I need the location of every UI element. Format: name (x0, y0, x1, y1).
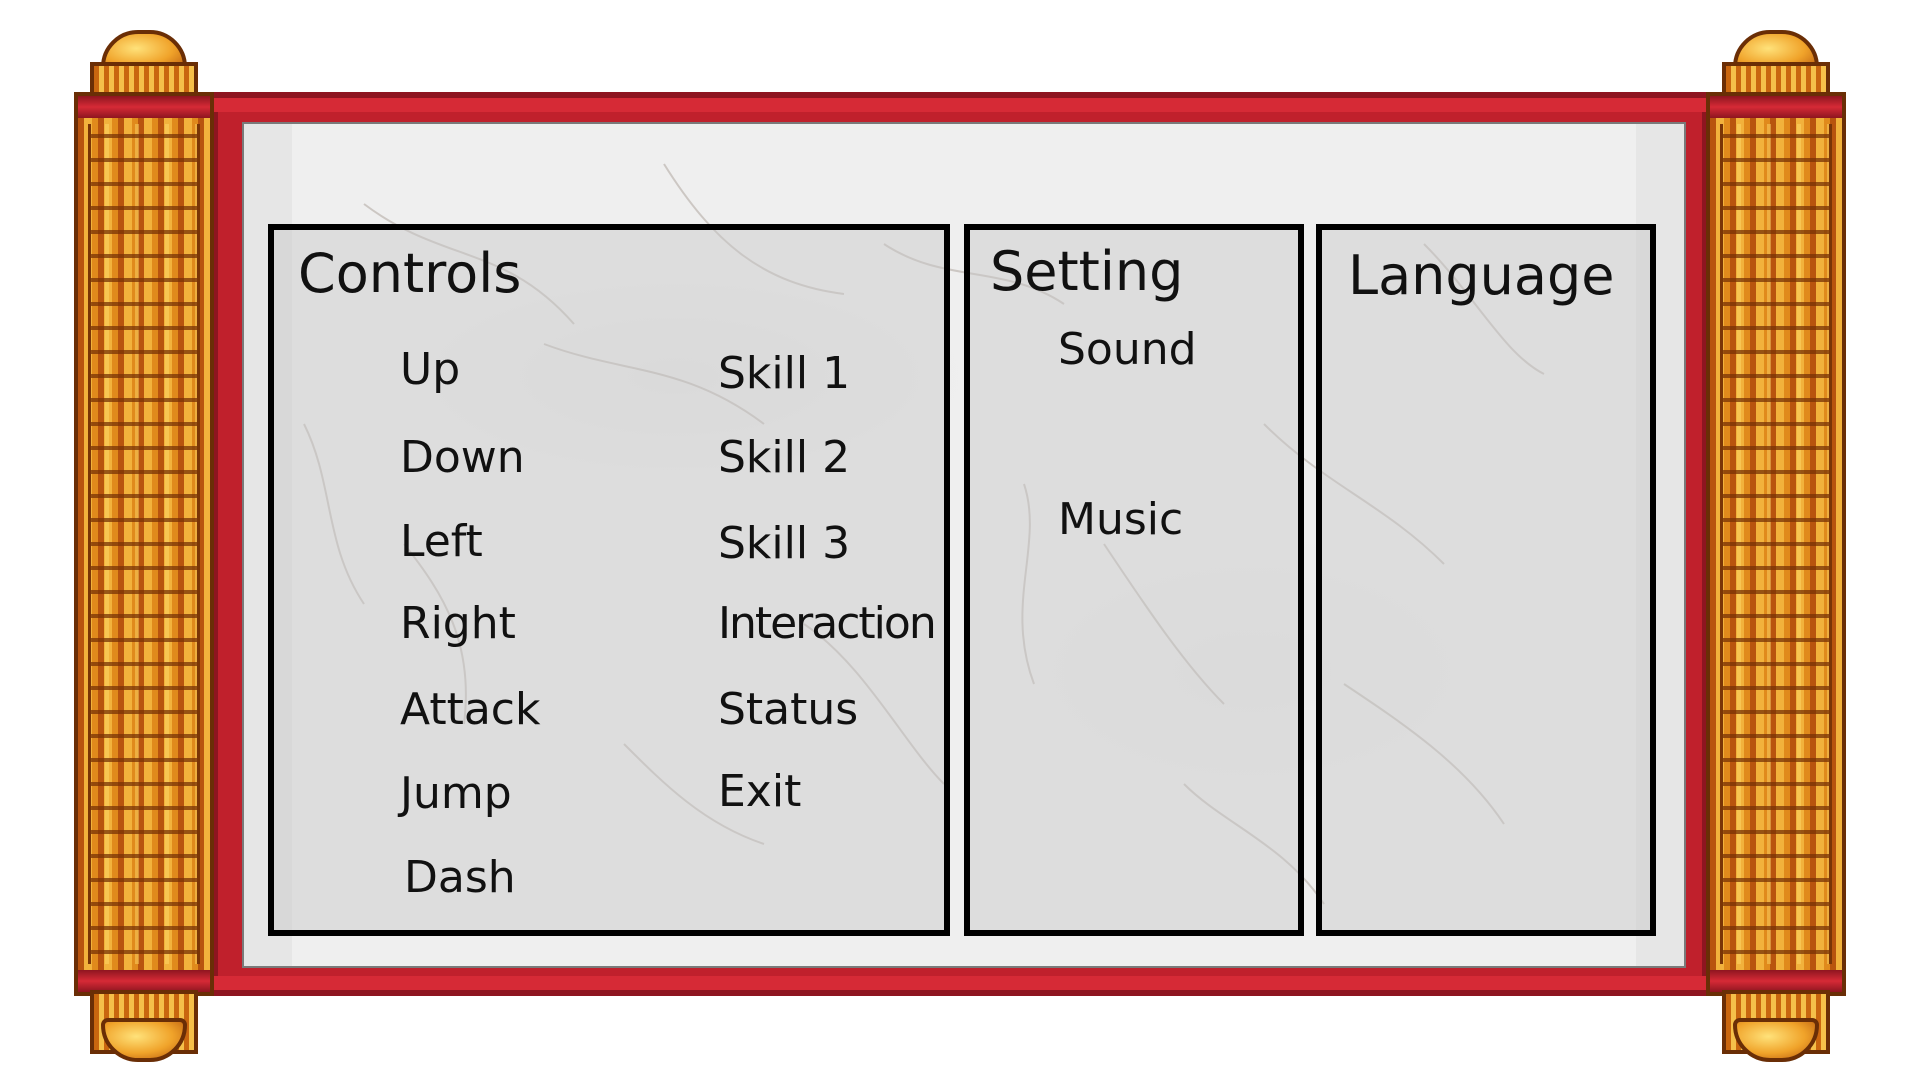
control-exit[interactable]: Exit (718, 766, 801, 817)
control-jump[interactable]: Jump (400, 768, 512, 819)
control-interaction[interactable]: Interaction (718, 598, 937, 649)
scroll-roller-right (1706, 92, 1846, 996)
control-down[interactable]: Down (400, 432, 525, 483)
control-status[interactable]: Status (718, 684, 858, 735)
control-attack[interactable]: Attack (400, 684, 540, 735)
control-left[interactable]: Left (400, 516, 483, 567)
control-up[interactable]: Up (400, 344, 460, 395)
control-skill-3[interactable]: Skill 3 (718, 518, 850, 569)
language-panel (1316, 224, 1656, 936)
setting-title: Setting (990, 240, 1184, 303)
setting-music[interactable]: Music (1058, 494, 1183, 545)
pause-menu-scroll: Controls Up Down Left Right Attack Jump … (0, 0, 1920, 1080)
controls-panel (268, 224, 950, 936)
language-title[interactable]: Language (1348, 244, 1615, 307)
scroll-roller-left (74, 92, 214, 996)
control-skill-2[interactable]: Skill 2 (718, 432, 850, 483)
controls-title: Controls (298, 242, 522, 305)
setting-sound[interactable]: Sound (1058, 324, 1197, 375)
control-right[interactable]: Right (400, 598, 516, 649)
scroll-knob-bottom-right (1733, 1018, 1819, 1062)
scroll-knob-bottom-left (101, 1018, 187, 1062)
control-skill-1[interactable]: Skill 1 (718, 348, 850, 399)
control-dash[interactable]: Dash (404, 852, 516, 903)
